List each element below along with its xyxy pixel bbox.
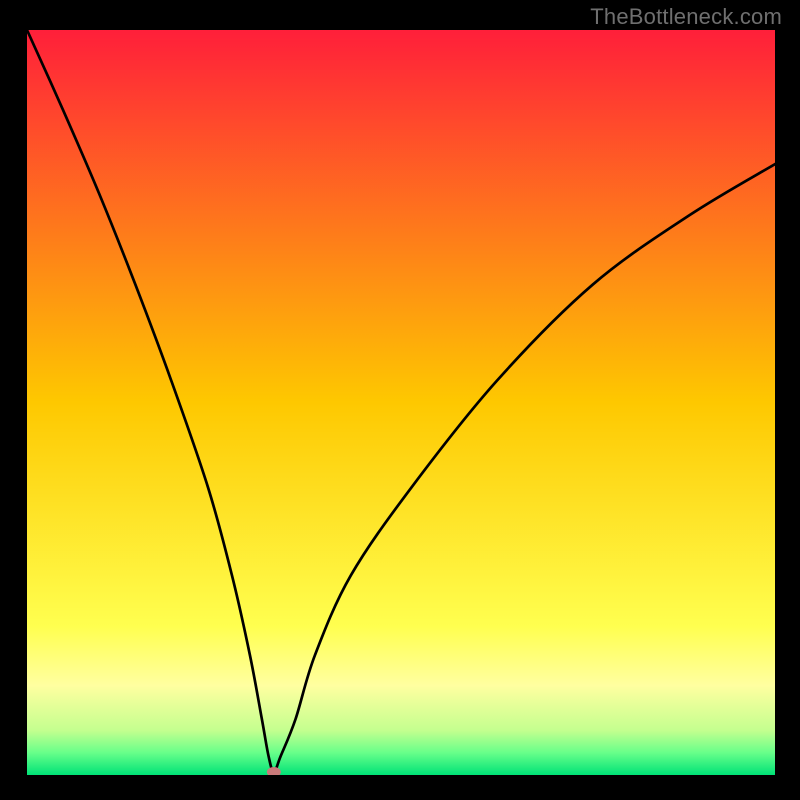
frame-left [0, 0, 27, 800]
plot-background [27, 30, 775, 775]
watermark-text: TheBottleneck.com [590, 4, 782, 30]
chart-stage: TheBottleneck.com [0, 0, 800, 800]
frame-bottom [0, 775, 800, 800]
frame-right [775, 0, 800, 800]
bottleneck-chart [0, 0, 800, 800]
